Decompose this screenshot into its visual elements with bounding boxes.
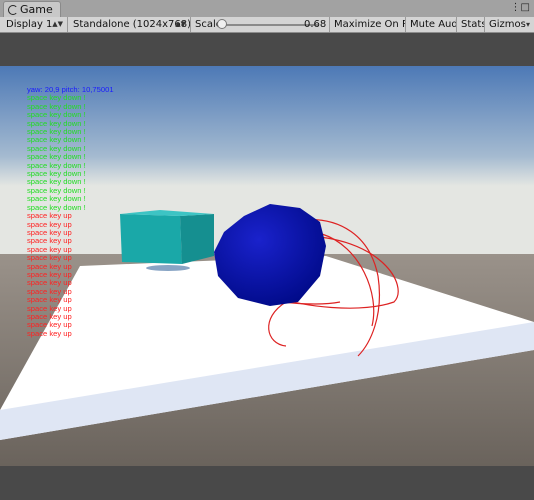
mute-audio-label: Mute Audio	[410, 19, 456, 30]
dropdown-arrow-icon: ▲▼	[52, 20, 63, 28]
debug-log-overlay: yaw: 20,9 pitch: 10,75001 space key down…	[27, 85, 114, 338]
cube-side	[180, 214, 214, 264]
maximize-on-play-label: Maximize On Play	[334, 19, 405, 30]
display-dropdown[interactable]: Display 1 ▲▼	[0, 17, 68, 32]
dropdown-arrow-icon: ▲▼	[175, 20, 186, 28]
scale-slider-handle[interactable]	[217, 19, 227, 29]
mute-audio-toggle[interactable]: Mute Audio	[407, 17, 457, 32]
log-lines: space key down ! space key down ! space ke…	[27, 93, 114, 338]
game-view-toolbar: Display 1 ▲▼ Standalone (1024x768) ▲▼ Sc…	[0, 17, 534, 33]
log-line-key-up: space key up	[27, 328, 72, 338]
game-tab-label: Game	[20, 3, 53, 16]
stats-toggle[interactable]: Stats	[458, 17, 485, 32]
window-tab-bar: Game ⋮□	[0, 0, 534, 18]
game-tab[interactable]: Game	[3, 1, 61, 17]
cube-shadow	[146, 265, 190, 271]
display-dropdown-label: Display 1	[6, 19, 53, 30]
window-menu-icon[interactable]: ⋮□	[511, 2, 530, 13]
stats-label: Stats	[461, 19, 485, 30]
cube-front	[120, 214, 182, 264]
scale-slider-track[interactable]	[218, 24, 318, 26]
gizmos-dropdown[interactable]: Gizmos ▾	[486, 17, 534, 32]
scale-value: 0.68	[304, 19, 327, 30]
scale-slider-group: Scale 0.68	[192, 17, 330, 32]
maximize-on-play-toggle[interactable]: Maximize On Play	[331, 17, 406, 32]
unity-logo-icon	[8, 5, 18, 15]
resolution-dropdown-label: Standalone (1024x768)	[73, 19, 191, 30]
gizmos-label: Gizmos	[489, 19, 526, 30]
dropdown-arrow-icon: ▾	[525, 20, 530, 29]
resolution-dropdown[interactable]: Standalone (1024x768) ▲▼	[69, 17, 191, 32]
